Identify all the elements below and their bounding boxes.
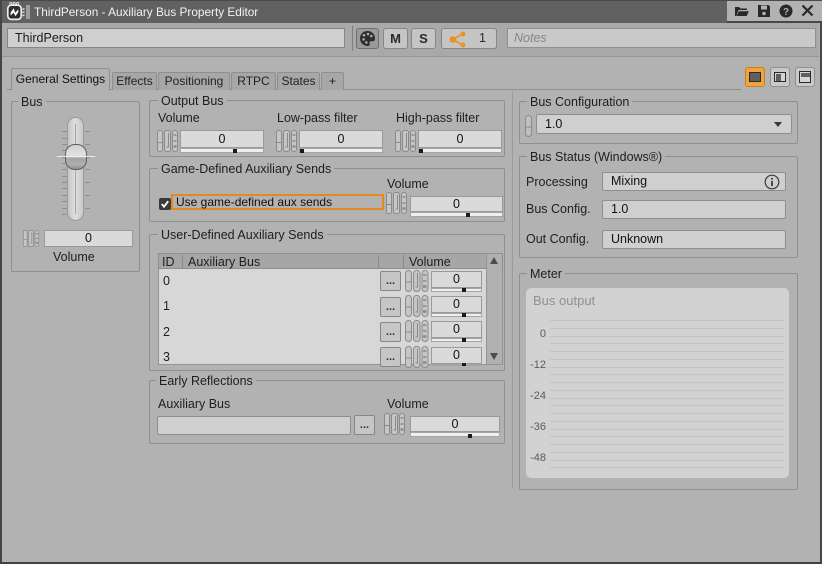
svg-text:?: ? xyxy=(783,7,789,18)
